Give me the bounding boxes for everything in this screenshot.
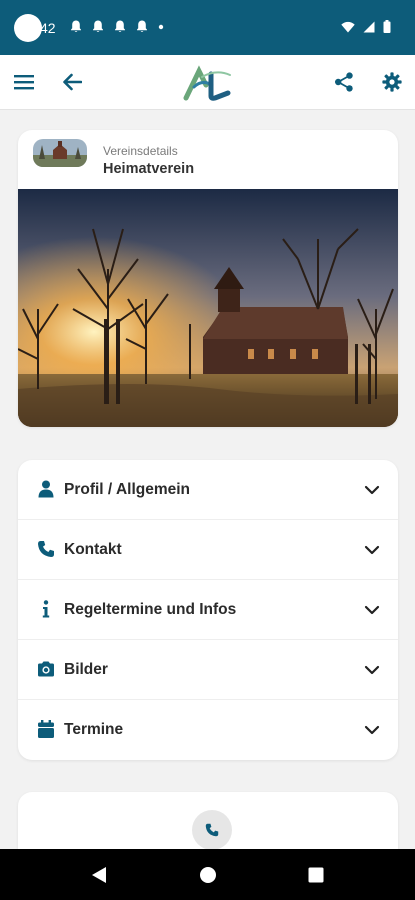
wifi-icon (341, 21, 355, 32)
menu-item-events[interactable]: Termine (18, 700, 398, 760)
battery-icon (383, 20, 391, 33)
share-icon (335, 72, 353, 92)
signal-icon (363, 21, 375, 32)
chevron-down-icon (364, 545, 380, 555)
club-menu: Profil / Allgemein Kontakt Regeltermine … (18, 460, 398, 760)
nav-home-button[interactable] (197, 864, 219, 886)
call-button[interactable] (192, 810, 232, 850)
bell-icon (71, 20, 81, 32)
club-title: Heimatverein (103, 161, 195, 177)
calendar-icon (36, 719, 56, 739)
back-triangle-icon (92, 867, 106, 883)
nav-back-button[interactable] (88, 864, 110, 886)
camera-icon (36, 659, 56, 679)
person-icon (36, 479, 56, 499)
settings-button[interactable] (379, 69, 405, 95)
status-bar: 42 (0, 0, 415, 55)
club-header: Vereinsdetails Heimatverein (18, 130, 398, 190)
club-thumbnail (33, 139, 87, 167)
chevron-down-icon (364, 665, 380, 675)
bell-icon (115, 20, 125, 32)
menu-item-regular-dates[interactable]: Regeltermine und Infos (18, 580, 398, 640)
chevron-down-icon (364, 725, 380, 735)
menu-icon (14, 75, 34, 90)
status-time: 42 (40, 20, 56, 36)
app-toolbar (0, 55, 415, 110)
dot-icon (158, 24, 164, 29)
menu-item-pictures[interactable]: Bilder (18, 640, 398, 700)
menu-item-label: Profil / Allgemein (64, 481, 191, 498)
club-subtitle: Vereinsdetails (103, 144, 178, 158)
menu-item-label: Regeltermine und Infos (64, 601, 237, 618)
bell-icon (137, 20, 147, 32)
gear-icon (382, 72, 402, 92)
arrow-left-icon (63, 73, 82, 91)
menu-item-label: Kontakt (64, 541, 122, 558)
club-photo (18, 189, 398, 427)
back-button[interactable] (59, 69, 85, 95)
camera-cutout (14, 14, 42, 42)
menu-item-label: Termine (64, 721, 124, 738)
menu-item-label: Bilder (64, 661, 108, 678)
chevron-down-icon (364, 605, 380, 615)
club-details-card: Vereinsdetails Heimatverein (18, 130, 398, 427)
app-logo (182, 65, 234, 101)
menu-item-profile[interactable]: Profil / Allgemein (18, 460, 398, 520)
nav-recents-button[interactable] (305, 864, 327, 886)
bell-icon (93, 20, 103, 32)
info-icon (36, 599, 56, 619)
share-button[interactable] (331, 69, 357, 95)
system-navigation-bar (0, 849, 415, 900)
phone-icon (205, 823, 219, 837)
chevron-down-icon (364, 485, 380, 495)
system-icons (341, 20, 391, 33)
home-circle-icon (200, 867, 216, 883)
menu-item-contact[interactable]: Kontakt (18, 520, 398, 580)
menu-button[interactable] (11, 69, 37, 95)
notification-icons (70, 20, 164, 33)
phone-icon (36, 539, 56, 559)
recents-square-icon (308, 867, 324, 883)
